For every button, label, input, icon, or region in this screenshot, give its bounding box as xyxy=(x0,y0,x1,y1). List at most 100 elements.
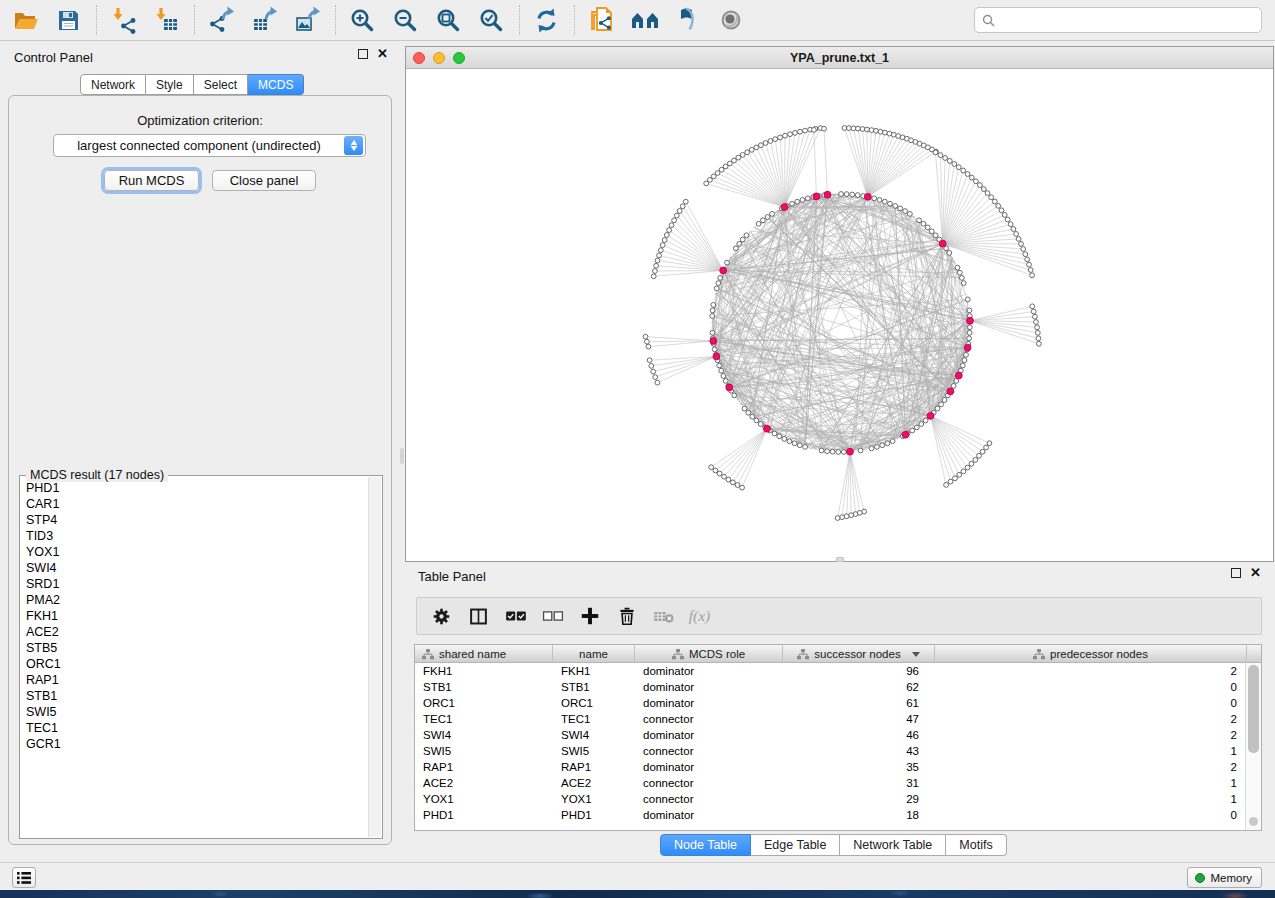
column-header-MCDS-role[interactable]: MCDS role xyxy=(635,645,783,663)
cell: PHD1 xyxy=(415,807,553,823)
zoom-selected-icon[interactable] xyxy=(470,0,513,40)
search-input[interactable] xyxy=(1000,13,1261,27)
import-network-icon[interactable] xyxy=(102,0,145,40)
criterion-dropdown[interactable]: largest connected component (undirected) xyxy=(53,134,366,157)
mcds-result-item[interactable]: PMA2 xyxy=(21,592,381,608)
columns-icon[interactable] xyxy=(460,598,497,634)
mcds-result-item[interactable]: FKH1 xyxy=(21,608,381,624)
search-icon xyxy=(982,14,995,27)
mcds-result-item[interactable]: STB5 xyxy=(21,640,381,656)
table-row-YOX1[interactable]: YOX1YOX1connector291 xyxy=(415,791,1261,807)
add-icon[interactable] xyxy=(571,598,608,634)
mcds-result-item[interactable]: RAP1 xyxy=(21,672,381,688)
search-box[interactable] xyxy=(974,7,1262,33)
zoom-fit-icon[interactable] xyxy=(427,0,470,40)
export-table-icon[interactable] xyxy=(243,0,286,40)
mcds-result-item[interactable]: SWI5 xyxy=(21,704,381,720)
network-canvas[interactable] xyxy=(406,69,1273,561)
mcds-result-item[interactable]: CAR1 xyxy=(21,496,381,512)
table-scrollbar-thumb[interactable] xyxy=(1248,665,1259,753)
mcds-tab-panel: Optimization criterion: largest connecte… xyxy=(8,95,392,845)
cell: SWI4 xyxy=(553,727,635,743)
mcds-result-item[interactable]: ORC1 xyxy=(21,656,381,672)
tab-node-table[interactable]: Node Table xyxy=(660,834,751,856)
mcds-result-item[interactable]: TID3 xyxy=(21,528,381,544)
cell: ORC1 xyxy=(415,695,553,711)
table-row-SWI4[interactable]: SWI4SWI4dominator462 xyxy=(415,727,1261,743)
mcds-list-scrollbar[interactable] xyxy=(368,477,381,837)
mcds-result-item[interactable]: TEC1 xyxy=(21,720,381,736)
tab-network-table[interactable]: Network Table xyxy=(840,834,946,856)
desktop-wallpaper-strip xyxy=(0,890,1275,898)
status-list-button[interactable] xyxy=(12,867,36,888)
mcds-result-list[interactable]: PHD1CAR1STP4TID3YOX1SWI4SRD1PMA2FKH1ACE2… xyxy=(21,477,381,837)
table-row-PHD1[interactable]: PHD1PHD1dominator180 xyxy=(415,807,1261,823)
zoom-out-icon[interactable] xyxy=(384,0,427,40)
tab-select[interactable]: Select xyxy=(194,74,248,95)
table-row-STB1[interactable]: STB1STB1dominator620 xyxy=(415,679,1261,695)
function-icon[interactable]: f(x) xyxy=(682,598,719,634)
gear-icon[interactable] xyxy=(423,598,460,634)
cell: dominator xyxy=(635,663,783,679)
mcds-result-item[interactable]: SWI4 xyxy=(21,560,381,576)
mcds-result-item[interactable]: YOX1 xyxy=(21,544,381,560)
vertical-split-handle[interactable] xyxy=(400,448,404,464)
share-document-icon[interactable] xyxy=(580,0,623,40)
close-panel-button[interactable]: Close panel xyxy=(212,170,316,191)
cell: 2 xyxy=(935,759,1247,775)
tab-edge-table[interactable]: Edge Table xyxy=(751,834,840,856)
cell: YOX1 xyxy=(553,791,635,807)
mcds-result-item[interactable]: STB1 xyxy=(21,688,381,704)
table-row-SWI5[interactable]: SWI5SWI5connector431 xyxy=(415,743,1261,759)
column-header-predecessor-nodes[interactable]: predecessor nodes xyxy=(935,645,1247,663)
cell: 43 xyxy=(783,743,935,759)
show-eye-icon[interactable] xyxy=(709,0,752,40)
mcds-result-item[interactable]: ACE2 xyxy=(21,624,381,640)
open-file-icon[interactable] xyxy=(4,0,47,40)
table-scrollbar[interactable] xyxy=(1245,663,1261,830)
hide-flags-icon[interactable] xyxy=(666,0,709,40)
network-window-titlebar[interactable]: YPA_prune.txt_1 xyxy=(406,47,1273,69)
close-table-panel-icon[interactable]: ✕ xyxy=(1250,568,1261,578)
tab-network[interactable]: Network xyxy=(80,74,146,95)
export-network-icon[interactable] xyxy=(200,0,243,40)
delete-table-icon[interactable] xyxy=(645,598,682,634)
cell: 47 xyxy=(783,711,935,727)
column-header-name[interactable]: name xyxy=(553,645,635,663)
float-panel-icon[interactable] xyxy=(358,49,368,59)
tab-motifs[interactable]: Motifs xyxy=(946,834,1006,856)
memory-button[interactable]: Memory xyxy=(1187,867,1262,888)
mcds-result-item[interactable]: SRD1 xyxy=(21,576,381,592)
svg-text:f(x): f(x) xyxy=(688,607,710,625)
delete-icon[interactable] xyxy=(608,598,645,634)
save-session-icon[interactable] xyxy=(47,0,90,40)
column-header-shared-name[interactable]: shared name xyxy=(415,645,553,663)
table-row-FKH1[interactable]: FKH1FKH1dominator962 xyxy=(415,663,1261,679)
cell: 96 xyxy=(783,663,935,679)
close-panel-icon[interactable]: ✕ xyxy=(377,49,388,59)
tab-mcds[interactable]: MCDS xyxy=(248,74,304,95)
network-graph xyxy=(406,69,1273,561)
import-table-icon[interactable] xyxy=(145,0,188,40)
export-image-icon[interactable] xyxy=(286,0,329,40)
column-type-icon xyxy=(422,649,434,660)
table-row-TEC1[interactable]: TEC1TEC1connector472 xyxy=(415,711,1261,727)
tab-style[interactable]: Style xyxy=(146,74,194,95)
table-row-ORC1[interactable]: ORC1ORC1dominator610 xyxy=(415,695,1261,711)
refresh-icon[interactable] xyxy=(525,0,568,40)
select-all-icon[interactable] xyxy=(497,598,534,634)
cell: ACE2 xyxy=(553,775,635,791)
mcds-result-item[interactable]: GCR1 xyxy=(21,736,381,752)
run-mcds-button[interactable]: Run MCDS xyxy=(104,170,199,191)
table-row-RAP1[interactable]: RAP1RAP1dominator352 xyxy=(415,759,1261,775)
sort-descending-icon xyxy=(912,652,920,657)
deselect-all-icon[interactable] xyxy=(534,598,571,634)
table-row-ACE2[interactable]: ACE2ACE2connector311 xyxy=(415,775,1261,791)
table-scrollbar-button[interactable] xyxy=(1249,817,1258,826)
mcds-result-item[interactable]: STP4 xyxy=(21,512,381,528)
zoom-in-icon[interactable] xyxy=(341,0,384,40)
column-header-successor-nodes[interactable]: successor nodes xyxy=(783,645,935,663)
mcds-result-item[interactable]: PHD1 xyxy=(21,480,381,496)
search-network-icon[interactable] xyxy=(623,0,666,40)
float-table-panel-icon[interactable] xyxy=(1231,568,1241,578)
